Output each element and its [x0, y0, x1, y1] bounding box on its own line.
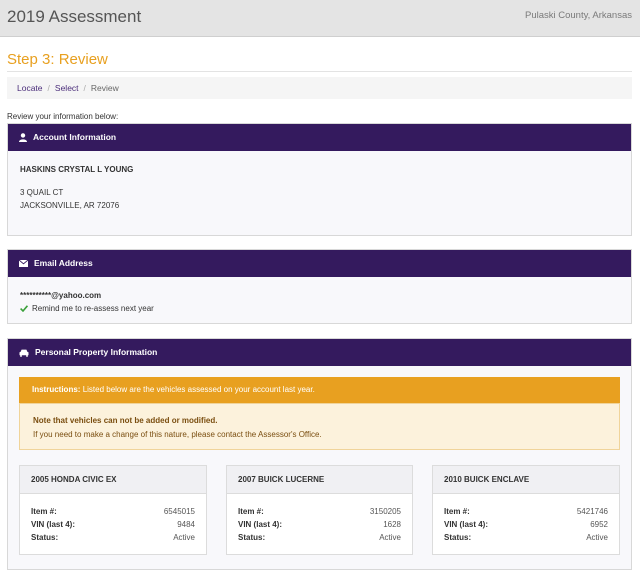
breadcrumb-separator: /: [47, 83, 50, 93]
status-row: Status: Active: [31, 533, 195, 546]
vehicle-card: 2007 BUICK LUCERNE Item #: 3150205 VIN (l…: [226, 465, 413, 555]
personal-property-title: Personal Property Information: [35, 347, 158, 357]
breadcrumb-locate[interactable]: Locate: [17, 83, 43, 93]
vin-row: VIN (last 4): 9484: [31, 520, 195, 533]
instructions-label: Instructions:: [32, 385, 81, 394]
reminder-row: Remind me to re-assess next year: [20, 304, 619, 313]
account-panel-header: Account Information: [8, 124, 631, 151]
top-bar: 2019 Assessment Pulaski County, Arkansas: [0, 0, 640, 37]
check-icon: [20, 305, 28, 312]
breadcrumb: Locate / Select / Review: [7, 77, 632, 99]
note-text: If you need to make a change of this nat…: [33, 430, 322, 439]
vehicle-title: 2010 BUICK ENCLAVE: [433, 466, 619, 494]
county-name: Pulaski County, Arkansas: [524, 10, 632, 21]
status-label: Status:: [238, 533, 266, 542]
vehicle-card: 2010 BUICK ENCLAVE Item #: 5421746 VIN (l…: [432, 465, 620, 555]
item-value: 3150205: [369, 507, 401, 516]
item-value: 6545015: [163, 507, 195, 516]
item-label: Item #:: [238, 507, 264, 516]
account-panel-title: Account Information: [33, 132, 117, 142]
email-panel-body: **********@yahoo.com Remind me to re-ass…: [8, 277, 631, 327]
note-title: Note that vehicles can not be added or m…: [33, 416, 218, 425]
status-row: Status: Active: [444, 533, 608, 546]
status-label: Status:: [31, 533, 59, 542]
vin-value: 9484: [177, 520, 195, 529]
item-row: Item #: 5421746: [444, 507, 608, 520]
personal-property-panel: Personal Property Information Instructio…: [7, 338, 632, 570]
intro-text: Review your information below:: [7, 112, 119, 121]
reminder-text: Remind me to re-assess next year: [32, 304, 154, 313]
envelope-icon: [19, 260, 28, 267]
email-panel-title: Email Address: [34, 258, 93, 268]
instructions-alert: Instructions: Listed below are the vehic…: [19, 377, 620, 403]
vehicle-card: 2005 HONDA CIVIC EX Item #: 6545015 VIN (…: [19, 465, 207, 555]
account-panel: Account Information HASKINS CRYSTAL L YO…: [7, 123, 632, 236]
vehicle-details: Item #: 3150205 VIN (last 4): 1628 Status:…: [227, 494, 412, 546]
vin-value: 1628: [383, 520, 401, 529]
account-panel-body: HASKINS CRYSTAL L YOUNG 3 QUAIL CT JACKS…: [8, 151, 631, 228]
status-value: Active: [586, 533, 608, 542]
email-value: **********@yahoo.com: [20, 291, 102, 300]
vin-label: VIN (last 4):: [444, 520, 489, 529]
email-panel-header: Email Address: [8, 250, 631, 277]
note-alert: Note that vehicles can not be added or m…: [19, 403, 620, 450]
status-label: Status:: [444, 533, 472, 542]
breadcrumb-select[interactable]: Select: [55, 83, 79, 93]
vin-value: 6952: [590, 520, 608, 529]
page-title: Step 3: Review: [7, 51, 108, 68]
item-label: Item #:: [31, 507, 57, 516]
breadcrumb-separator: /: [83, 83, 86, 93]
divider: [7, 71, 632, 72]
app-title: 2019 Assessment: [7, 7, 142, 26]
vin-row: VIN (last 4): 6952: [444, 520, 608, 533]
item-row: Item #: 6545015: [31, 507, 195, 520]
vin-label: VIN (last 4):: [31, 520, 76, 529]
personal-property-header: Personal Property Information: [8, 339, 631, 366]
user-icon: [19, 133, 27, 142]
instructions-text: Listed below are the vehicles assessed o…: [82, 385, 315, 394]
address-line-2: JACKSONVILLE, AR 72076: [20, 201, 120, 210]
item-label: Item #:: [444, 507, 470, 516]
breadcrumb-review: Review: [90, 83, 119, 93]
vin-label: VIN (last 4):: [238, 520, 283, 529]
item-value: 5421746: [576, 507, 608, 516]
vehicle-details: Item #: 5421746 VIN (last 4): 6952 Status:…: [433, 494, 619, 546]
email-panel: Email Address **********@yahoo.com Remin…: [7, 249, 632, 324]
status-value: Active: [173, 533, 195, 542]
vin-row: VIN (last 4): 1628: [238, 520, 401, 533]
vehicle-title: 2005 HONDA CIVIC EX: [20, 466, 206, 494]
status-value: Active: [379, 533, 401, 542]
status-row: Status: Active: [238, 533, 401, 546]
vehicle-title: 2007 BUICK LUCERNE: [227, 466, 412, 494]
account-name: HASKINS CRYSTAL L YOUNG: [20, 165, 134, 174]
car-icon: [19, 349, 29, 357]
address-line-1: 3 QUAIL CT: [20, 188, 64, 197]
vehicle-details: Item #: 6545015 VIN (last 4): 9484 Status:…: [20, 494, 206, 546]
item-row: Item #: 3150205: [238, 507, 401, 520]
